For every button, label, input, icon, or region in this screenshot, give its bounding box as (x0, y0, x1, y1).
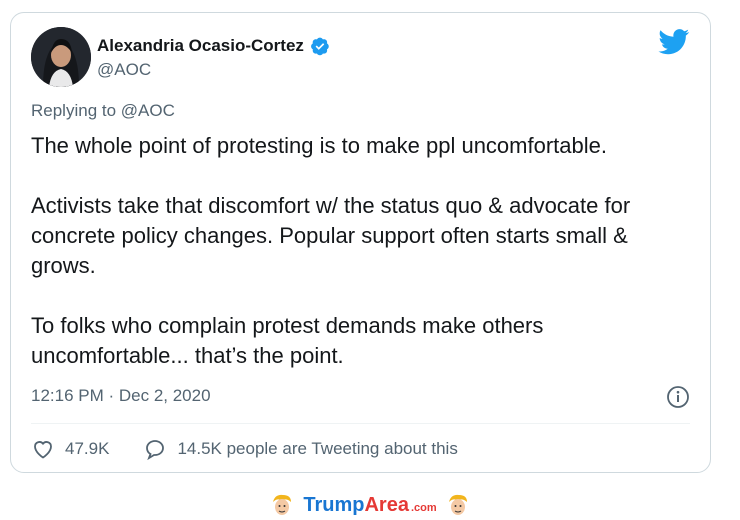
brand-part-2: Area (364, 493, 409, 516)
like-count: 47.9K (65, 439, 110, 458)
mascot-icon (273, 494, 292, 515)
author-handle[interactable]: @AOC (97, 60, 151, 80)
watermark-footer: Trump Area .com (0, 490, 740, 520)
tweet-paragraph: Activists take that discomfort w/ the st… (31, 193, 631, 278)
divider (31, 423, 690, 424)
mascot-icon (448, 494, 467, 515)
brand-part-1: Trump (303, 493, 365, 516)
comment-bubble-icon (146, 440, 165, 461)
info-icon[interactable] (666, 385, 690, 409)
tweeting-about-link[interactable]: 14.5K people are Tweeting about this (143, 437, 458, 461)
tweet-actions: 47.9K 14.5K people are Tweeting about th… (31, 437, 492, 461)
tweet-card: Alexandria Ocasio-Cortez @AOC Replying t… (10, 12, 711, 473)
like-button[interactable]: 47.9K (31, 437, 109, 461)
heart-icon (34, 441, 52, 459)
author-name[interactable]: Alexandria Ocasio-Cortez (97, 36, 304, 56)
tweet-text: The whole point of protesting is to make… (31, 131, 691, 371)
watermark-brand[interactable]: Trump Area .com (303, 494, 436, 517)
brand-part-3: .com (410, 501, 437, 514)
avatar[interactable] (31, 27, 91, 87)
tweet-paragraph: The whole point of protesting is to make… (31, 133, 607, 158)
tweet-timestamp[interactable]: 12:16 PM · Dec 2, 2020 (31, 386, 211, 406)
author-name-row[interactable]: Alexandria Ocasio-Cortez (97, 36, 330, 56)
twitter-bird-icon[interactable] (658, 29, 690, 55)
verified-badge-icon (310, 37, 329, 56)
tweet-paragraph: To folks who complain protest demands ma… (31, 313, 544, 368)
reply-context[interactable]: Replying to @AOC (31, 101, 175, 121)
tweeting-count: 14.5K people are Tweeting about this (177, 439, 458, 458)
avatar-image (31, 27, 91, 87)
